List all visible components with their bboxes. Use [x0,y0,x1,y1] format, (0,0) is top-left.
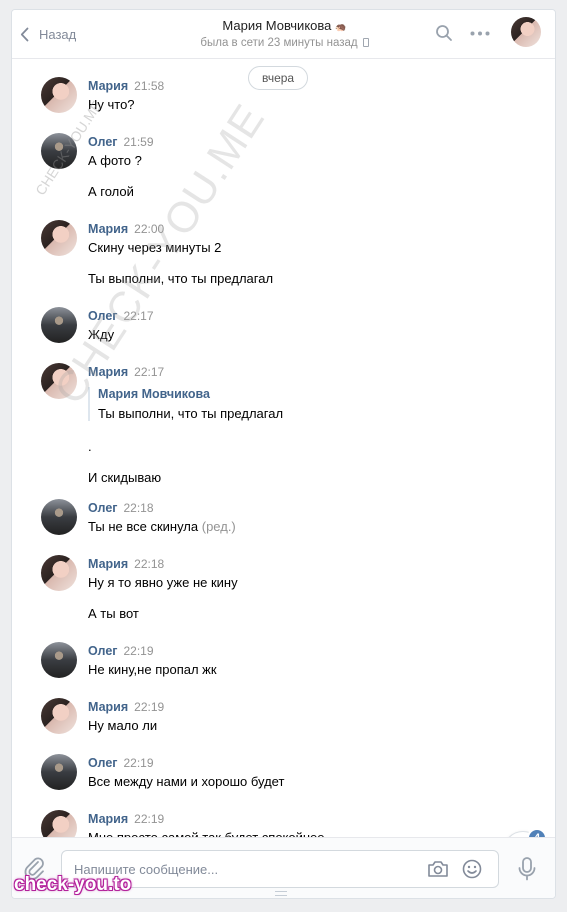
chat-header: Назад Мария Мовчикова 🦔 была в сети 23 ми… [12,10,555,59]
message-text: Все между нами и хорошо будет [88,774,285,789]
message-text: Ты выполни, что ты предлагал [88,271,274,286]
date-separator: вчера [248,66,309,90]
message-time[interactable]: 22:18 [124,501,154,515]
chat-title: Мария Мовчикова 🦔 [162,18,407,33]
message-time[interactable]: 22:00 [134,222,164,236]
avatar[interactable] [41,555,77,591]
message-time[interactable]: 22:18 [134,557,164,571]
message-text: . [88,439,92,454]
message-author[interactable]: Олег [88,756,118,770]
avatar[interactable] [41,363,77,399]
message-text: Ну мало ли [88,718,158,733]
message-author[interactable]: Мария [88,812,128,826]
message-time[interactable]: 21:59 [124,135,154,149]
avatar[interactable] [41,499,77,535]
quote-text: Ты выполни, что ты предлагал [98,406,284,421]
back-button[interactable]: Назад [20,24,76,44]
message-text: Скину через минуты 2 [88,240,222,255]
message-input[interactable] [74,851,414,887]
resize-handle[interactable] [275,891,287,896]
message-input-box[interactable] [61,850,499,888]
message-text: Ты не все скинула (ред.) [88,519,236,534]
search-icon[interactable] [435,24,453,42]
message-text: Жду [88,327,115,342]
chat-window: Назад Мария Мовчикова 🦔 была в сети 23 ми… [11,9,556,899]
forwarded-message[interactable]: Мария Мовчикова Ты выполни, что ты предл… [88,387,283,421]
back-label: Назад [39,26,77,42]
contact-name: Мария Мовчикова [222,18,332,33]
message-time[interactable]: 22:19 [124,756,154,770]
chat-title-block[interactable]: Мария Мовчикова 🦔 была в сети 23 минуты н… [162,18,407,49]
message-author[interactable]: Олег [88,644,118,658]
avatar[interactable] [41,642,77,678]
message-text: А фото ? [88,153,142,168]
message-time[interactable]: 22:17 [134,365,164,379]
microphone-icon[interactable] [518,857,536,881]
message-author[interactable]: Олег [88,501,118,515]
hedgehog-emoji: 🦔 [335,22,347,32]
avatar[interactable] [41,698,77,734]
paperclip-icon[interactable] [24,856,46,880]
avatar[interactable] [41,754,77,790]
message-text: Ну я то явно уже не кину [88,575,238,590]
emoji-icon[interactable] [462,859,482,879]
message-author[interactable]: Мария [88,557,128,571]
message-author[interactable]: Олег [88,135,118,149]
message-author[interactable]: Мария [88,365,128,379]
message-composer [12,837,555,898]
mobile-icon [362,38,369,47]
message-author[interactable]: Мария [88,79,128,93]
message-text: А ты вот [88,606,139,621]
chevron-left-icon [20,27,29,41]
message-text: И скидываю [88,470,162,485]
message-text-body: Ты не все скинула [88,519,199,534]
message-author[interactable]: Мария [88,700,128,714]
avatar[interactable] [41,133,77,169]
status-text: была в сети 23 минуты назад [200,37,358,49]
message-history: вчера Мария 21:58 Ну что? Олег 21:59 А фот… [12,60,555,839]
message-time[interactable]: 22:19 [124,644,154,658]
contact-avatar[interactable] [511,17,541,47]
quote-author[interactable]: Мария Мовчикова [98,387,283,401]
camera-icon[interactable] [427,860,449,878]
avatar[interactable] [41,810,77,839]
message-text: А голой [88,184,134,199]
message-time[interactable]: 21:58 [134,79,164,93]
avatar[interactable] [41,307,77,343]
avatar[interactable] [41,220,77,256]
online-status: была в сети 23 минуты назад [162,37,407,49]
message-time[interactable]: 22:17 [124,309,154,323]
edited-mark[interactable]: (ред.) [202,519,236,534]
message-text: Ну что? [88,97,135,112]
more-icon[interactable] [470,31,490,36]
message-author[interactable]: Олег [88,309,118,323]
avatar[interactable] [41,77,77,113]
message-author[interactable]: Мария [88,222,128,236]
message-time[interactable]: 22:19 [134,700,164,714]
message-text: Не кину,не пропал жк [88,662,217,677]
message-time[interactable]: 22:19 [134,812,164,826]
